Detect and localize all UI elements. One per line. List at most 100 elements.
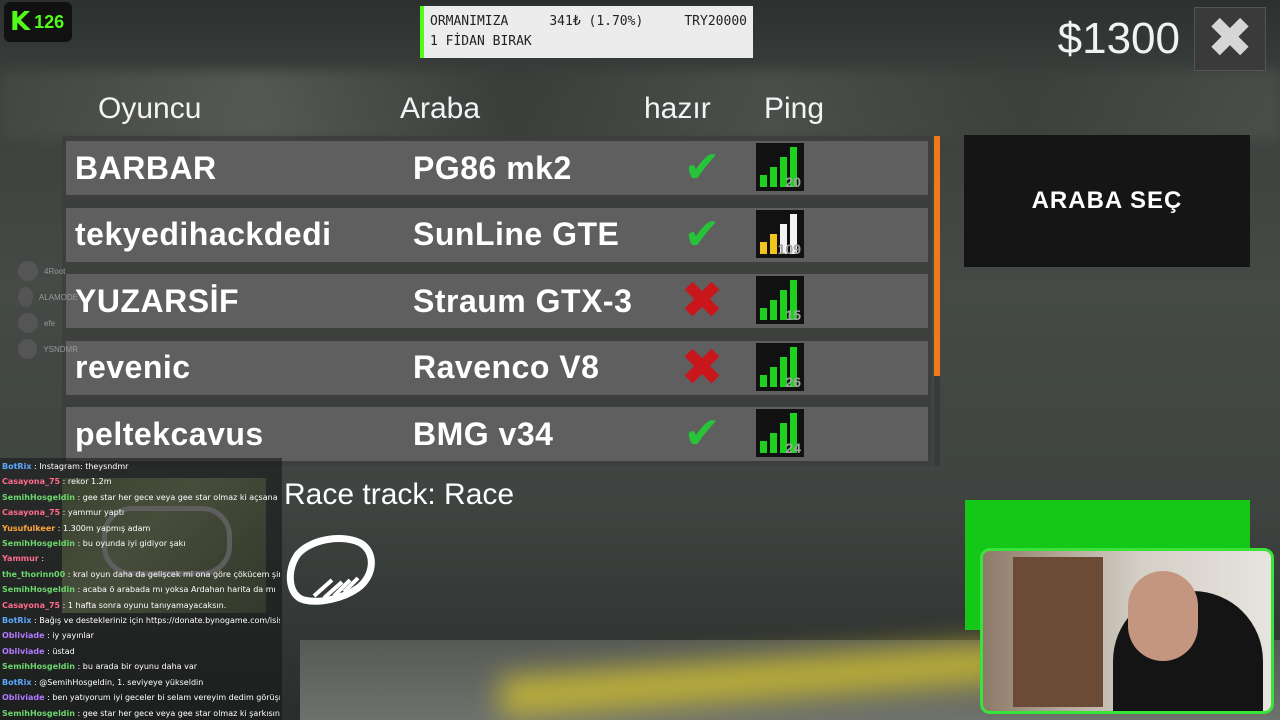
donation-target: TRY20000 <box>684 14 747 29</box>
header-ready: hazır <box>644 92 711 125</box>
chat-user: Obliviade <box>2 631 45 641</box>
scrollbar-thumb[interactable] <box>934 136 940 376</box>
not-ready-x-icon: ✖ <box>680 337 724 398</box>
side-user-name: 4Root <box>44 266 66 276</box>
player-car: SunLine GTE <box>413 216 620 252</box>
select-car-button[interactable]: ARABA SEÇ <box>964 135 1250 267</box>
player-row[interactable]: revenic Ravenco V8 ✖ 26 <box>66 337 928 398</box>
ping-bar <box>770 433 777 453</box>
ping-bar <box>770 366 777 387</box>
chat-text: : @SemihHosgeldin, 1. seviyeye yükseldin <box>34 677 204 687</box>
chat-message: Casayona_75 : rekor 1.2m <box>2 474 280 489</box>
header-player: Oyuncu <box>98 92 202 125</box>
ready-check-icon: ✔ <box>683 142 721 193</box>
chat-user: BotRix <box>2 677 32 687</box>
player-car: PG86 mk2 <box>413 149 572 186</box>
chat-user: BotRix <box>2 616 32 626</box>
scrollbar-track[interactable] <box>934 376 940 466</box>
chat-message: Casayona_75 : yammur yaptı <box>2 505 280 520</box>
chat-text: : yammur yaptı <box>62 508 125 518</box>
chat-message: SemihHosgeldin : gee star her gece veya … <box>2 490 280 505</box>
chat-message: BotRix : Instagram: theysndmr <box>2 459 280 474</box>
ready-check-icon: ✔ <box>683 408 721 459</box>
ping-signal-icon: 15 <box>756 276 804 324</box>
side-user-list: 4Root ALAMODE efe YSNDMR <box>18 258 78 359</box>
kick-icon: K <box>10 7 31 37</box>
side-user: ALAMODE <box>18 284 78 310</box>
side-user: efe <box>18 310 78 336</box>
chat-message: Obliviade : üstad <box>2 644 280 659</box>
ping-bar <box>760 374 767 387</box>
donation-subtitle: 1 FİDAN BIRAK <box>430 34 532 49</box>
chat-text: : ben yatıyorum iyi geceler bi selam ver… <box>47 693 280 703</box>
chat-user: Obliviade <box>2 693 45 703</box>
ping-value: 15 <box>785 307 801 323</box>
chat-text: : 1.300m yapmış adam <box>57 523 151 533</box>
ping-signal-icon: 26 <box>756 342 804 391</box>
ping-bar <box>760 441 767 453</box>
ping-value: 24 <box>785 440 801 456</box>
chat-message: the_thorinn00 : kral oyun daha da gelişc… <box>2 567 280 582</box>
player-row[interactable]: tekyedihackdedi SunLine GTE ✔ 109 <box>66 207 928 262</box>
side-user: YSNDMR <box>18 336 78 362</box>
chat-message: SemihHosgeldin : bu oyunda iyi gidiyor ş… <box>2 536 280 551</box>
chat-message: BotRix : @SemihHosgeldin, 1. seviyeye yü… <box>2 675 280 690</box>
chat-message: Obliviade : iy yayınlar <box>2 628 280 643</box>
chat-message: Yammur : <box>2 551 280 566</box>
race-track-icon <box>286 535 375 605</box>
close-button[interactable]: ✖ <box>1194 7 1266 71</box>
chat-user: Casayona_75 <box>2 600 61 610</box>
donation-title: ORMANIMIZA <box>430 14 509 29</box>
player-row[interactable]: YUZARSİF Straum GTX-3 ✖ 15 <box>66 274 928 328</box>
chat-message: BotRix : Bağış ve destekleriniz için htt… <box>2 613 280 628</box>
chat-text: : acaba ö arabada mı yoksa Ardahan harit… <box>77 585 276 595</box>
chat-message: Obliviade : ben yatıyorum iyi geceler bi… <box>2 690 280 705</box>
player-row[interactable]: BARBAR PG86 mk2 ✔ 20 <box>66 141 928 195</box>
chat-message: Yusufulkeer : 1.300m yapmış adam <box>2 521 280 536</box>
ping-signal-icon: 24 <box>756 409 804 457</box>
streamer-head <box>1128 571 1198 661</box>
ping-bar <box>760 241 767 254</box>
chat-message: SemihHosgeldin : bu arada bir oyunu daha… <box>2 659 280 674</box>
player-name: revenic <box>75 349 191 385</box>
player-name: tekyedihackdedi <box>75 216 332 252</box>
chat-user: Casayona_75 <box>2 477 61 487</box>
player-name: YUZARSİF <box>75 282 239 319</box>
chat-message: SemihHosgeldin : gee star her gece veya … <box>2 706 280 720</box>
header-car: Araba <box>400 92 481 125</box>
money-balance: $1300 <box>1057 14 1180 63</box>
ping-value: 20 <box>785 174 801 190</box>
chat-user: Casayona_75 <box>2 508 61 518</box>
side-user: 4Root <box>18 258 78 284</box>
chat-text: : gee star her gece veya gee star olmaz … <box>77 492 278 502</box>
chat-text: : 1 hafta sonra oyunu tanıyamayacaksın. <box>62 600 227 610</box>
avatar <box>18 261 38 281</box>
chat-user: the_thorinn00 <box>2 569 66 579</box>
chat-text: : Instagram: theysndmr <box>34 462 129 471</box>
chat-user: SemihHosgeldin <box>2 585 75 595</box>
not-ready-x-icon: ✖ <box>680 271 724 331</box>
player-row[interactable]: peltekcavus BMG v34 ✔ 24 <box>66 407 928 461</box>
webcam-overlay <box>980 548 1274 714</box>
ready-check-icon: ✔ <box>683 208 721 260</box>
player-car: Straum GTX-3 <box>413 282 633 319</box>
chat-text: : iy yayınlar <box>47 631 94 641</box>
chat-text: : bu oyunda iyi gidiyor şakı <box>77 539 186 549</box>
player-name: peltekcavus <box>75 415 264 452</box>
side-user-name: YSNDMR <box>43 344 78 354</box>
chat-text: : kral oyun daha da gelişcek mi ona göre… <box>67 569 280 579</box>
player-car: BMG v34 <box>413 415 554 452</box>
avatar <box>18 339 38 359</box>
chat-text: : Bağış ve destekleriniz için https://do… <box>34 616 280 626</box>
chat-user: SemihHosgeldin <box>2 492 75 502</box>
kick-logo: K 126 <box>4 2 72 42</box>
avatar <box>18 313 38 333</box>
player-name: BARBAR <box>75 149 217 186</box>
chat-user: SemihHosgeldin <box>2 662 75 672</box>
chat-text: : rekor 1.2m <box>62 477 112 487</box>
ping-bar <box>770 167 777 187</box>
chat-text: : bu arada bir oyunu daha var <box>77 662 198 672</box>
chat-message: Casayona_75 : 1 hafta sonra oyunu tanıya… <box>2 598 280 613</box>
chat-user: SemihHosgeldin <box>2 708 75 718</box>
chat-message: SemihHosgeldin : acaba ö arabada mı yoks… <box>2 582 280 597</box>
